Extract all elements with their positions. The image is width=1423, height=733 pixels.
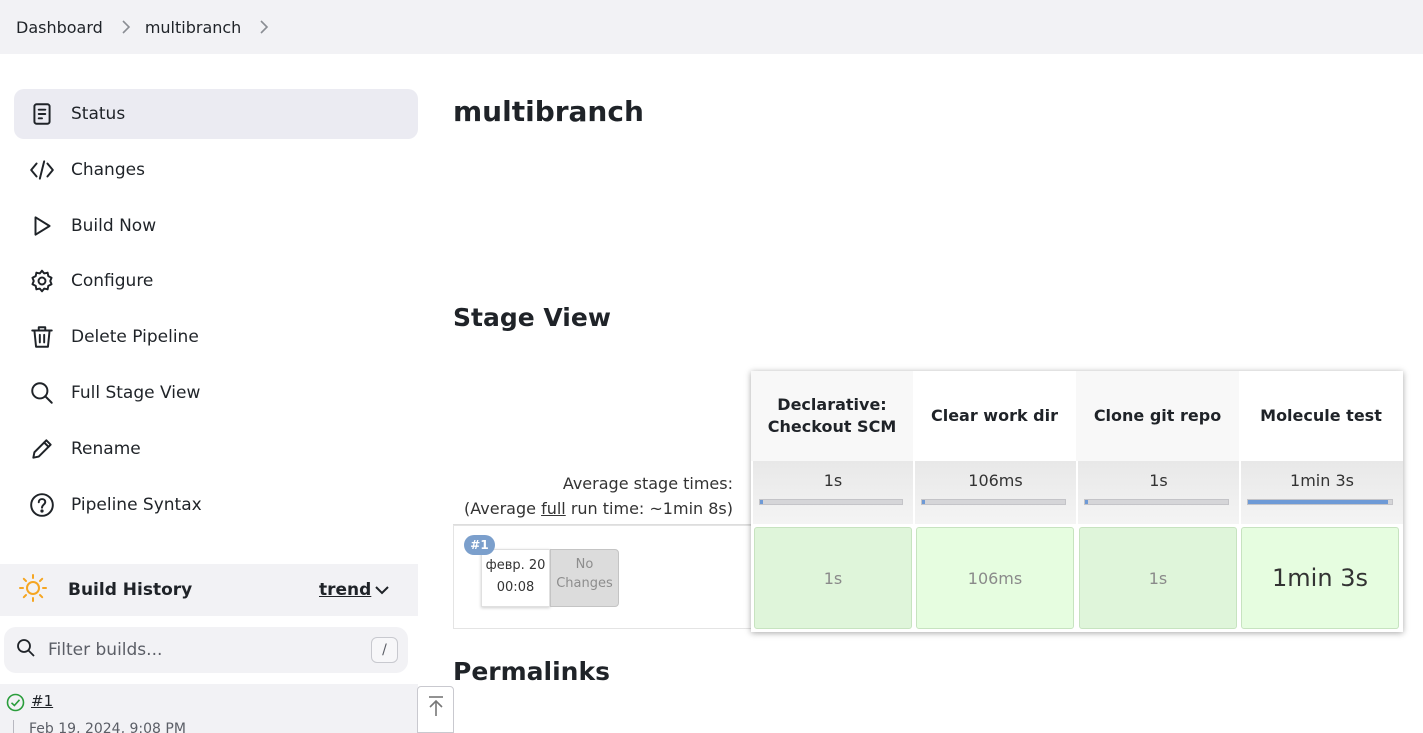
task-build-now[interactable]: Build Now [14,201,418,251]
stage-average-cell: 1s [1076,461,1239,524]
stage-run-cell[interactable]: 106ms [916,527,1074,629]
build-date: Feb 19, 2024, 9:08 PM [29,721,186,733]
breadcrumb-multibranch[interactable]: multibranch [145,18,242,37]
stage-header: Clear work dir [913,371,1076,461]
stage-average-bar [1247,499,1393,505]
help-icon [28,491,56,519]
trend-link[interactable]: trend [319,580,371,600]
stage-average-bar-fill [1085,500,1088,504]
build-history-row[interactable]: #1 Feb 19, 2024, 9:08 PM [0,684,418,733]
breadcrumb: Dashboard multibranch [0,0,1423,54]
build-number-link[interactable]: #1 [31,692,53,710]
avg-label-line1: Average stage times: [562,474,733,493]
page-title: multibranch [453,95,644,128]
keyboard-shortcut-hint: / [371,637,398,663]
task-label: Build Now [71,215,157,236]
task-changes[interactable]: Changes [14,145,418,195]
filter-builds: / [4,627,408,673]
chevron-down-icon[interactable] [372,580,392,600]
avg-label-pre: (Average [464,499,542,518]
gear-icon [28,267,56,295]
task-label: Changes [71,159,145,180]
build-badge[interactable]: #1 [464,535,495,555]
task-configure[interactable]: Configure [14,256,418,306]
no-changes-box[interactable]: No Changes [550,549,619,607]
build-history-header: Build History trend [0,564,418,616]
average-stage-times-label: Average stage times: (Average full run t… [453,462,751,525]
no-changes-line1: No [575,557,594,572]
avg-label-post: run time: ~1min 8s) [565,499,733,518]
breadcrumb-dashboard[interactable]: Dashboard [16,18,103,37]
task-full-stage-view[interactable]: Full Stage View [14,368,418,418]
build-history-title: Build History [68,580,193,600]
stage-view-table: Declarative: Checkout SCM Clear work dir … [751,371,1403,632]
task-label: Configure [71,271,154,292]
run-time: 00:08 [496,580,535,595]
stage-average-bar [921,499,1066,505]
run-date: февр. 20 [485,558,546,573]
no-changes-line2: Changes [556,576,613,591]
stage-header: Declarative: Checkout SCM [751,371,913,461]
search-icon [16,638,36,662]
task-label: Full Stage View [71,382,201,403]
stage-name-line1: Declarative: [777,394,887,414]
sun-icon [18,573,48,607]
stage-average-cell: 1min 3s [1239,461,1403,524]
stage-run-cell[interactable]: 1s [754,527,912,629]
stage-average-bar-fill [760,500,763,504]
stage-header: Molecule test [1239,371,1403,461]
chevron-right-icon[interactable] [259,20,269,34]
chevron-right-icon [121,20,131,34]
avg-label-line2: (Average full run time: ~1min 8s) [453,496,733,521]
stage-average-cell: 106ms [913,461,1076,524]
stage-run-cell[interactable]: 1s [1079,527,1237,629]
stage-header: Clone git repo [1076,371,1239,461]
play-icon [28,212,56,240]
task-delete-pipeline[interactable]: Delete Pipeline [14,312,418,362]
task-rename[interactable]: Rename [14,424,418,474]
task-label: Rename [71,438,141,459]
stage-name-line2: Checkout SCM [767,417,897,436]
stage-average-value: 1s [1149,471,1168,490]
stage-name-line1: Clear work dir [930,405,1059,425]
full-run-link[interactable]: full [541,499,566,518]
stage-run-cell[interactable]: 1min 3s [1241,527,1399,629]
stage-average-bar [1084,499,1229,505]
success-check-icon [6,693,25,716]
stage-average-bar [759,499,903,505]
task-pipeline-syntax[interactable]: Pipeline Syntax [14,480,418,530]
permalinks-title: Permalinks [453,657,610,686]
pencil-icon [28,435,56,463]
stage-average-value: 1min 3s [1290,471,1354,490]
stage-name-line1: Molecule test [1260,405,1382,425]
arrow-up-to-line-icon [427,695,445,732]
stage-average-cell: 1s [751,461,913,524]
stage-average-bar-fill [1248,500,1388,504]
task-status[interactable]: Status [14,89,418,139]
sidebar-tasks: Status Changes Build Now Configure Delet… [14,89,418,535]
filter-builds-input[interactable] [48,640,348,660]
search-icon [28,379,56,407]
stage-view-title: Stage View [453,303,611,332]
stage-average-value: 1s [823,471,843,490]
code-icon [28,156,56,184]
stage-name-line1: Clone git repo [1093,405,1222,425]
timeline-line [13,720,14,733]
task-label: Status [71,104,126,124]
task-label: Delete Pipeline [71,327,199,348]
trash-icon [28,323,56,351]
stage-average-value: 106ms [968,471,1023,490]
run-date-box: февр. 20 00:08 [481,549,550,607]
stage-average-bar-fill [922,500,925,504]
task-label: Pipeline Syntax [71,494,202,515]
document-icon [28,100,56,128]
scroll-to-top-button[interactable] [417,686,454,733]
